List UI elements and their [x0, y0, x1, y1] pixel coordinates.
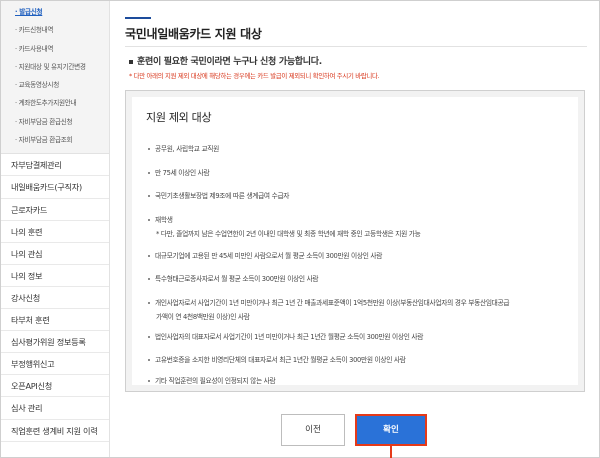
exclusion-item: 재학생 * 다만, 졸업까지 남은 수업연한이 2년 이내인 대학생 및 최종 … — [148, 214, 421, 238]
exclusion-item: 기타 직업훈련의 필요성이 인정되지 않는 사람 — [148, 375, 276, 385]
exclusion-item-note: 가액이 연 4천8백만원 이상)인 사람 — [156, 313, 250, 321]
exclusion-item-note: * 다만, 졸업까지 남은 수업연한이 2년 이내인 대학생 및 최종 학년에 … — [156, 230, 421, 238]
sidebar: · 발급신청 · 카드신청내역 · 카드사용내역 · 지원대상 및 유지기간변경… — [1, 1, 110, 457]
exclusion-item: 개인사업자로서 사업기간이 1년 미만이거나 최근 1년 간 매출과세표준액이 … — [148, 297, 510, 321]
exclusion-item: 고유번호증을 소지한 비영리단체의 대표자로서 최근 1년간 월평균 소득이 3… — [148, 354, 406, 364]
eligibility-notice: 훈련이 필요한 국민이라면 누구나 신청 가능합니다. — [129, 54, 322, 67]
exclusion-title: 지원 제외 대상 — [146, 111, 212, 124]
sidebar-sub-item-eligibility-change[interactable]: · 지원대상 및 유지기간변경 — [1, 58, 109, 76]
bullet-icon — [148, 336, 150, 338]
square-bullet-icon — [129, 59, 133, 64]
exclusion-box-inner: 지원 제외 대상 공무원, 사립학교 교직원 만 75세 이상인 사람 국민기초… — [132, 97, 578, 385]
sidebar-item-open-api-apply[interactable]: 오픈API신청 — [1, 375, 109, 398]
sidebar-item-worker-card[interactable]: 근로자카드 — [1, 199, 109, 221]
sidebar-item-job-seeker-card[interactable]: 내일배움카드(구직자) — [1, 176, 109, 199]
sidebar-item-my-info[interactable]: 나의 정보 — [1, 265, 109, 287]
main-content: 국민내일배움카드 지원 대상 훈련이 필요한 국민이라면 누구나 신청 가능합니… — [111, 1, 599, 458]
exclusion-warning: * 다만 아래의 지원 제외 대상에 해당하는 경우에는 카드 발급이 제외되니… — [129, 72, 380, 80]
bullet-icon — [148, 278, 150, 280]
confirm-button[interactable]: 확인 — [355, 414, 427, 446]
sidebar-item-my-interest[interactable]: 나의 관심 — [1, 243, 109, 265]
sidebar-item-other-ministry-training[interactable]: 타부처 훈련 — [1, 309, 109, 332]
exclusion-item: 국민기초생활보장법 제9조에 따른 생계급여 수급자 — [148, 190, 289, 200]
bullet-icon — [148, 172, 150, 174]
prev-button[interactable]: 이전 — [281, 414, 345, 446]
exclusion-item: 특수형태근로종사자로서 월 평균 소득이 300만원 이상인 사람 — [148, 273, 319, 283]
sidebar-sub-item-card-usage-history[interactable]: · 카드사용내역 — [1, 40, 109, 58]
bullet-icon — [148, 195, 150, 197]
sidebar-sub-item-card-apply-history[interactable]: · 카드신청내역 — [1, 21, 109, 39]
sidebar-sub-item-issue-apply[interactable]: · 발급신청 — [1, 3, 109, 21]
exclusion-item: 공무원, 사립학교 교직원 — [148, 143, 219, 153]
title-accent-bar — [125, 17, 151, 19]
bullet-icon — [148, 255, 150, 257]
sidebar-item-my-training[interactable]: 나의 훈련 — [1, 221, 109, 243]
bullet-icon — [148, 148, 150, 150]
bullet-icon — [148, 359, 150, 361]
sidebar-item-living-cost-history[interactable]: 직업훈련 생계비 지원 이력 — [1, 420, 109, 442]
eligibility-notice-text: 훈련이 필요한 국민이라면 누구나 신청 가능합니다. — [137, 57, 322, 67]
sidebar-item-fraud-report[interactable]: 부정행위신고 — [1, 353, 109, 376]
bullet-icon — [148, 219, 150, 221]
sidebar-item-instructor-apply[interactable]: 강사신청 — [1, 287, 109, 310]
sidebar-sub-list: · 발급신청 · 카드신청내역 · 카드사용내역 · 지원대상 및 유지기간변경… — [1, 1, 109, 155]
sidebar-item-self-payment[interactable]: 자부담결제관리 — [1, 154, 109, 177]
sidebar-item-reviewer-registration[interactable]: 심사평가위원 정보등록 — [1, 331, 109, 354]
exclusion-box: 지원 제외 대상 공무원, 사립학교 교직원 만 75세 이상인 사람 국민기초… — [125, 90, 585, 392]
bullet-icon — [148, 380, 150, 382]
exclusion-item: 대규모기업에 고용된 만 45세 미만인 사람으로서 월 평균 소득이 300만… — [148, 250, 382, 260]
sidebar-sub-item-refund-apply[interactable]: · 자비부담금 환급신청 — [1, 113, 109, 131]
highlight-marker — [390, 446, 392, 458]
bullet-icon — [148, 302, 150, 304]
sidebar-sub-item-education-video[interactable]: · 교육동영상시청 — [1, 76, 109, 94]
exclusion-item: 법인사업자의 대표자로서 사업기간이 1년 미만이거나 최근 1년간 월평균 소… — [148, 331, 423, 341]
page-title: 국민내일배움카드 지원 대상 — [125, 27, 262, 41]
sidebar-item-review-management[interactable]: 심사 관리 — [1, 397, 109, 420]
sidebar-sub-item-refund-inquiry[interactable]: · 자비부담금 환급조회 — [1, 131, 109, 149]
exclusion-item: 만 75세 이상인 사람 — [148, 167, 210, 177]
sidebar-sub-item-limit-support-info[interactable]: · 계좌한도추가지원안내 — [1, 94, 109, 112]
title-divider — [125, 46, 587, 47]
